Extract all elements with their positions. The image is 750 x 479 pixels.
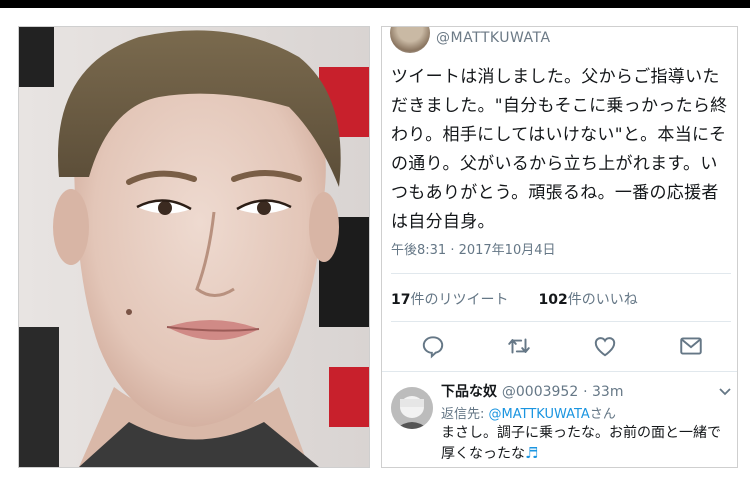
music-note-icon: ♬ bbox=[525, 444, 539, 462]
reply-author-name: 下品な奴 bbox=[441, 384, 497, 400]
tweet-actions bbox=[382, 333, 737, 363]
like-count: 102 bbox=[538, 292, 568, 308]
reply-time: 33m bbox=[592, 384, 624, 400]
reply-context: 返信先: @MATTKUWATAさん bbox=[441, 403, 616, 422]
reply-avatar-image bbox=[391, 387, 433, 429]
tweet-card: @MATTKUWATA ツイートは消しました。父からご指導いただきました。"自分… bbox=[381, 26, 738, 468]
portrait-photo bbox=[18, 26, 370, 468]
divider bbox=[391, 273, 731, 274]
reply-to-mention[interactable]: @MATTKUWATA bbox=[489, 407, 590, 422]
share-icon bbox=[680, 337, 702, 355]
reply-tweet[interactable]: 下品な奴 @0003952 · 33m 返信先: @MATTKUWATAさん ま… bbox=[382, 375, 737, 467]
reply-author[interactable]: 下品な奴 @0003952 · 33m bbox=[441, 381, 623, 401]
like-stat[interactable]: 102件のいいね bbox=[538, 292, 637, 308]
reply-icon bbox=[422, 336, 444, 359]
top-black-bar bbox=[0, 0, 750, 8]
reply-button[interactable] bbox=[420, 333, 448, 361]
like-label: 件のいいね bbox=[567, 292, 638, 308]
share-button[interactable] bbox=[678, 333, 706, 361]
retweet-icon bbox=[508, 338, 530, 354]
chevron-down-icon[interactable] bbox=[718, 383, 732, 397]
tweet-text: ツイートは消しました。父からご指導いただきました。"自分もそこに乗っかったら終わ… bbox=[391, 67, 728, 232]
retweet-count: 17 bbox=[391, 292, 411, 308]
reply-to-prefix: 返信先: bbox=[441, 407, 489, 422]
reply-author-handle: @0003952 bbox=[501, 384, 579, 400]
avatar[interactable] bbox=[391, 387, 433, 429]
reply-body: まさし。調子に乗ったな。お前の面と一緒で厚くなったな bbox=[441, 425, 721, 462]
tweet-author-handle[interactable]: @MATTKUWATA bbox=[436, 30, 551, 46]
retweet-button[interactable] bbox=[506, 333, 534, 361]
like-button[interactable] bbox=[592, 333, 620, 361]
retweet-label: 件のリツイート bbox=[410, 292, 509, 308]
tweet-timestamp[interactable]: 午後8:31 · 2017年10月4日 bbox=[391, 239, 556, 258]
divider bbox=[382, 371, 737, 372]
avatar[interactable] bbox=[390, 27, 430, 53]
reply-to-suffix: さん bbox=[589, 407, 616, 422]
like-icon bbox=[594, 337, 616, 357]
divider bbox=[391, 321, 731, 322]
reply-text: まさし。調子に乗ったな。お前の面と一緒で厚くなったな♬ bbox=[441, 423, 733, 464]
tweet-header: @MATTKUWATA bbox=[382, 27, 737, 55]
tweet-stats: 17件のリツイート 102件のいいね bbox=[391, 289, 638, 309]
portrait-illustration bbox=[19, 27, 369, 467]
retweet-stat[interactable]: 17件のリツイート bbox=[391, 292, 508, 308]
